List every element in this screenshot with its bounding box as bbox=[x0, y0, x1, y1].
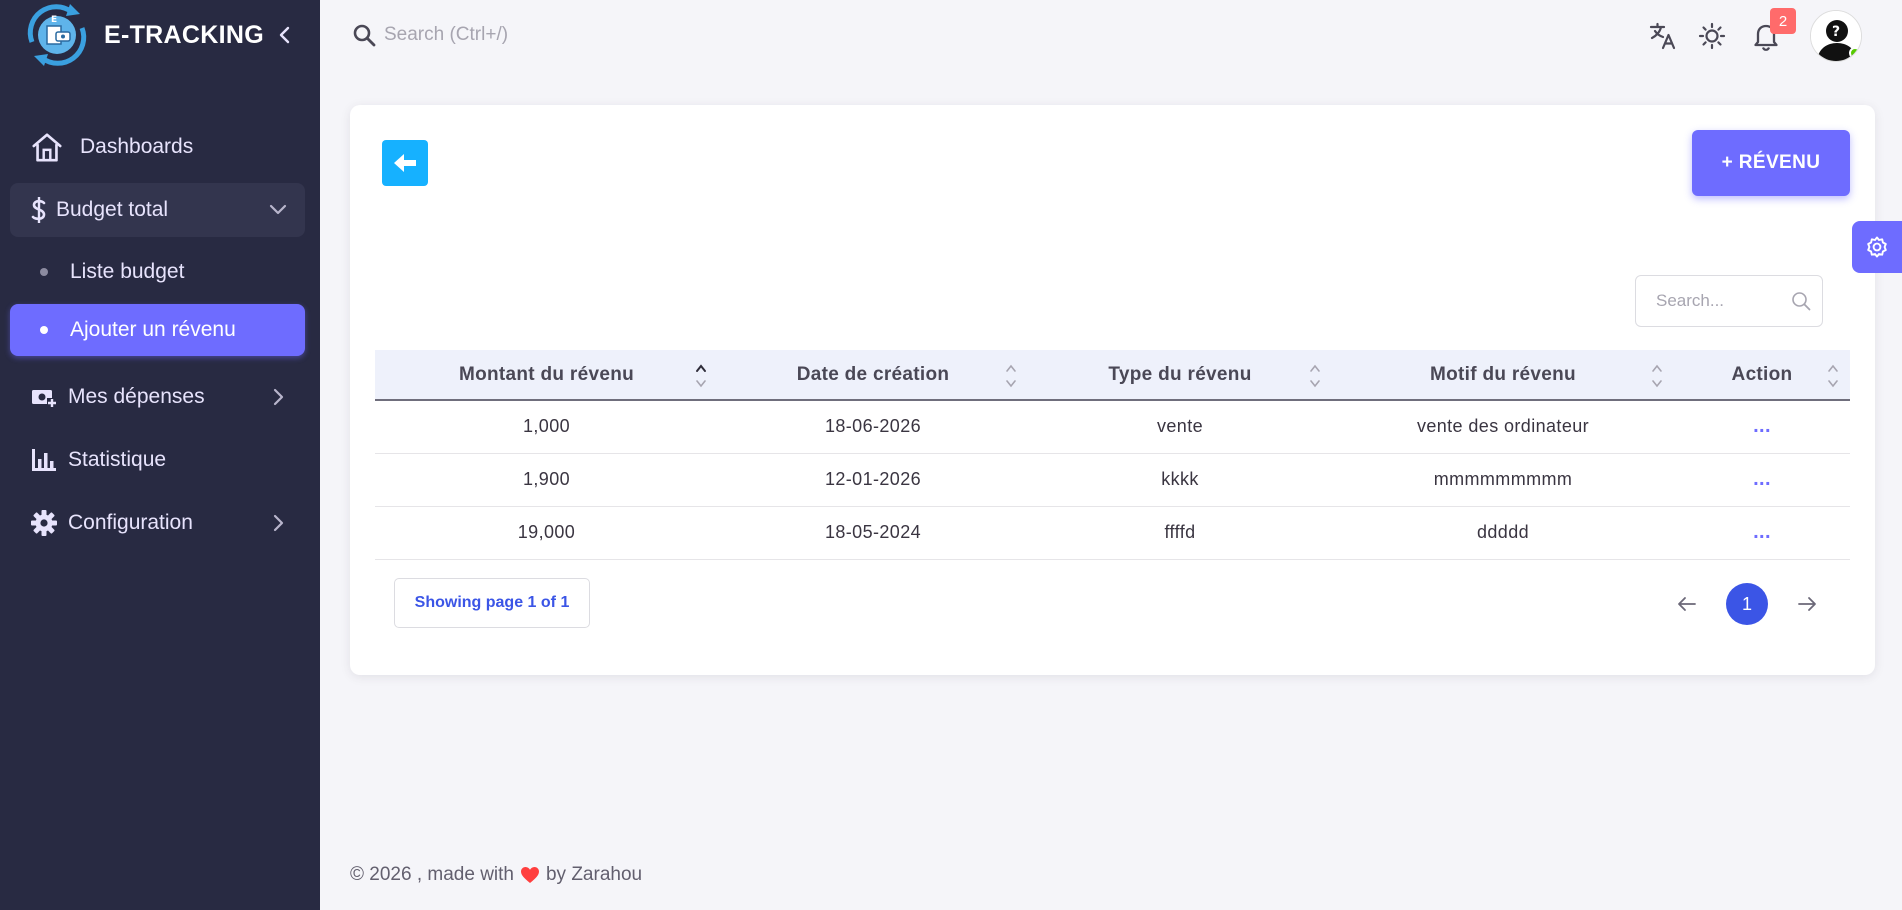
sidebar-item-label: Liste budget bbox=[70, 260, 185, 283]
cell-montant: 1,000 bbox=[375, 400, 718, 454]
sidebar-item-label: Statistique bbox=[68, 448, 167, 471]
page-button-1[interactable]: 1 bbox=[1726, 583, 1768, 625]
heart-icon bbox=[520, 866, 540, 884]
next-page-arrow-icon[interactable] bbox=[1794, 591, 1820, 617]
sort-icon bbox=[1308, 363, 1322, 389]
footer-prefix: © 2026 , made with bbox=[350, 864, 514, 885]
sidebar-item-label: Mes dépenses bbox=[68, 385, 205, 408]
cell-motif: mmmmmmmmm bbox=[1332, 453, 1674, 507]
sidebar-item-ajouter-revenu[interactable]: Ajouter un révenu bbox=[10, 304, 305, 356]
column-header-motif[interactable]: Motif du révenu bbox=[1332, 350, 1674, 400]
column-header-action[interactable]: Action bbox=[1674, 350, 1850, 400]
cell-montant: 19,000 bbox=[375, 506, 718, 560]
revenue-table: Montant du révenu Date de création Type … bbox=[375, 350, 1850, 560]
sidebar-item-budget-total[interactable]: Budget total bbox=[10, 183, 305, 237]
add-revenue-button[interactable]: + RÉVENU bbox=[1692, 130, 1850, 196]
table-search-input[interactable] bbox=[1656, 291, 1776, 311]
sidebar-item-configuration[interactable]: Configuration bbox=[10, 496, 305, 550]
notification-bell-icon[interactable]: 2 bbox=[1750, 8, 1796, 52]
column-header-type[interactable]: Type du révenu bbox=[1028, 350, 1332, 400]
chevron-left-icon[interactable] bbox=[276, 26, 294, 44]
cell-date: 18-06-2026 bbox=[718, 400, 1028, 454]
table-row: 1,000 18-06-2026 vente vente des ordinat… bbox=[375, 400, 1850, 454]
cell-motif: ddddd bbox=[1332, 506, 1674, 560]
customizer-toggle-button[interactable] bbox=[1852, 221, 1902, 273]
chevron-right-icon bbox=[269, 388, 287, 406]
table-header-row: Montant du révenu Date de création Type … bbox=[375, 350, 1850, 400]
theme-toggle-icon[interactable] bbox=[1696, 20, 1728, 52]
sidebar-item-liste-budget[interactable]: Liste budget bbox=[10, 246, 305, 298]
back-button[interactable] bbox=[382, 140, 428, 186]
avatar[interactable]: ? bbox=[1810, 10, 1862, 62]
column-header-montant[interactable]: Montant du révenu bbox=[375, 350, 718, 400]
bar-chart-icon bbox=[30, 443, 58, 477]
bullet-icon bbox=[40, 326, 48, 334]
sidebar-item-statistique[interactable]: Statistique bbox=[10, 433, 305, 487]
table-row: 19,000 18-05-2024 ffffd ddddd ... bbox=[375, 506, 1850, 560]
sort-icon bbox=[1826, 363, 1840, 389]
cell-date: 12-01-2026 bbox=[718, 453, 1028, 507]
row-actions-menu[interactable]: ... bbox=[1674, 506, 1850, 560]
online-status-dot bbox=[1849, 47, 1861, 59]
sidebar-item-dashboards[interactable]: Dashboards bbox=[10, 120, 305, 174]
table-row: 1,900 12-01-2026 kkkk mmmmmmmmm ... bbox=[375, 453, 1850, 507]
bullet-icon bbox=[40, 268, 48, 276]
sidebar-item-label: Budget total bbox=[56, 198, 169, 221]
footer-suffix: by Zarahou bbox=[545, 864, 643, 885]
topbar-actions: 2 ? bbox=[1630, 8, 1862, 62]
arrow-left-icon bbox=[394, 154, 416, 172]
cell-date: 18-05-2024 bbox=[718, 506, 1028, 560]
sidebar-item-label: Configuration bbox=[68, 511, 193, 534]
revenue-card: + RÉVENU Montant du révenu Date de créat… bbox=[350, 105, 1875, 675]
brand: E E-TRACKING bbox=[0, 0, 320, 70]
search-icon bbox=[350, 21, 378, 49]
cell-type: ffffd bbox=[1028, 506, 1332, 560]
sidebar-item-label: Ajouter un révenu bbox=[70, 318, 236, 341]
prev-page-arrow-icon[interactable] bbox=[1674, 591, 1700, 617]
sidebar-nav: Dashboards Budget total Liste budget Ajo… bbox=[0, 120, 320, 550]
brand-logo-icon: E bbox=[20, 2, 94, 68]
footer: © 2026 , made with by Zarahou bbox=[350, 864, 642, 886]
brand-name: E-TRACKING bbox=[104, 20, 264, 49]
sidebar-item-mes-depenses[interactable]: Mes dépenses bbox=[10, 370, 305, 424]
column-header-date[interactable]: Date de création bbox=[718, 350, 1028, 400]
cell-type: vente bbox=[1028, 400, 1332, 454]
pagination: 1 bbox=[1674, 583, 1820, 625]
row-actions-menu[interactable]: ... bbox=[1674, 453, 1850, 507]
money-add-icon bbox=[30, 380, 58, 414]
svg-text:E: E bbox=[51, 15, 57, 25]
sidebar-item-label: Dashboards bbox=[80, 135, 194, 158]
global-search-input[interactable] bbox=[384, 24, 684, 46]
svg-text:?: ? bbox=[1832, 24, 1840, 40]
notification-badge: 2 bbox=[1770, 8, 1796, 34]
gear-icon bbox=[1867, 236, 1887, 258]
table-search bbox=[1635, 275, 1823, 327]
gear-icon bbox=[30, 506, 58, 540]
chevron-down-icon bbox=[269, 201, 287, 219]
cell-motif: vente des ordinateur bbox=[1332, 400, 1674, 454]
dollar-icon bbox=[30, 193, 48, 227]
sort-icon bbox=[694, 363, 708, 389]
sort-icon bbox=[1650, 363, 1664, 389]
home-icon bbox=[30, 130, 64, 164]
global-search bbox=[350, 21, 684, 49]
row-actions-menu[interactable]: ... bbox=[1674, 400, 1850, 454]
pagination-info: Showing page 1 of 1 bbox=[394, 578, 590, 628]
cell-montant: 1,900 bbox=[375, 453, 718, 507]
sort-icon bbox=[1004, 363, 1018, 389]
sidebar: E E-TRACKING Dashboards Budget total Lis… bbox=[0, 0, 320, 910]
topbar: 2 ? bbox=[320, 0, 1902, 70]
translate-icon[interactable] bbox=[1647, 20, 1679, 52]
search-icon bbox=[1790, 290, 1812, 312]
cell-type: kkkk bbox=[1028, 453, 1332, 507]
chevron-right-icon bbox=[269, 514, 287, 532]
